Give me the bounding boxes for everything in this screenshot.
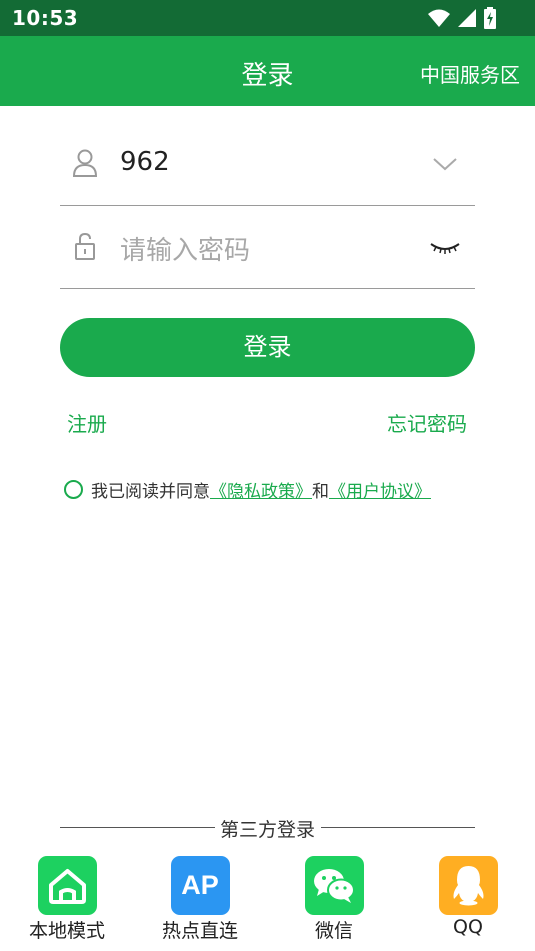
wifi-icon xyxy=(428,9,450,27)
user-agreement-link[interactable]: 《用户协议》 xyxy=(329,477,431,502)
hotspot-direct-label: 热点直连 xyxy=(161,920,238,942)
third-party-title: 第三方登录 xyxy=(219,819,315,841)
agreement-text: 我已阅读并同意 xyxy=(91,481,210,502)
local-mode-label: 本地模式 xyxy=(28,920,105,942)
region-selector[interactable]: 中国服务区 xyxy=(420,59,520,88)
register-link[interactable]: 注册 xyxy=(67,408,107,437)
wechat-button[interactable]: 微信 xyxy=(284,856,384,943)
qq-button[interactable]: QQ xyxy=(418,856,518,938)
ap-icon: AP xyxy=(170,856,230,915)
status-time: 10:53 xyxy=(12,6,79,30)
battery-icon xyxy=(484,7,496,29)
username-input[interactable]: 962 xyxy=(120,147,170,177)
local-mode-button[interactable]: 本地模式 xyxy=(17,856,117,943)
wechat-label: 微信 xyxy=(314,920,353,942)
hotspot-direct-button[interactable]: AP 热点直连 xyxy=(150,856,250,943)
home-icon xyxy=(37,856,97,915)
agreement: 我已阅读并同意 《隐私政策》 和 《用户协议》 xyxy=(64,477,431,502)
login-button[interactable]: 登录 xyxy=(60,318,475,377)
password-field[interactable]: 请输入密码 xyxy=(60,206,475,289)
wechat-icon xyxy=(304,856,364,915)
agreement-checkbox[interactable] xyxy=(64,479,83,499)
chevron-down-icon[interactable] xyxy=(429,149,461,177)
eye-closed-icon[interactable] xyxy=(429,232,461,260)
privacy-policy-link[interactable]: 《隐私政策》 xyxy=(210,477,312,502)
app-bar: 登录 中国服务区 xyxy=(0,36,535,106)
lock-icon xyxy=(75,232,95,260)
ap-icon-text: AP xyxy=(181,870,219,900)
password-input[interactable]: 请输入密码 xyxy=(120,230,250,267)
username-field[interactable]: 962 xyxy=(60,123,475,206)
signal-icon xyxy=(458,9,476,27)
agreement-conjunction: 和 xyxy=(312,481,329,502)
forgot-password-link[interactable]: 忘记密码 xyxy=(387,408,467,437)
qq-label: QQ xyxy=(453,916,483,938)
status-bar: 10:53 xyxy=(0,0,535,36)
qq-icon xyxy=(438,856,498,915)
status-icons xyxy=(427,7,497,29)
user-icon xyxy=(72,149,98,177)
